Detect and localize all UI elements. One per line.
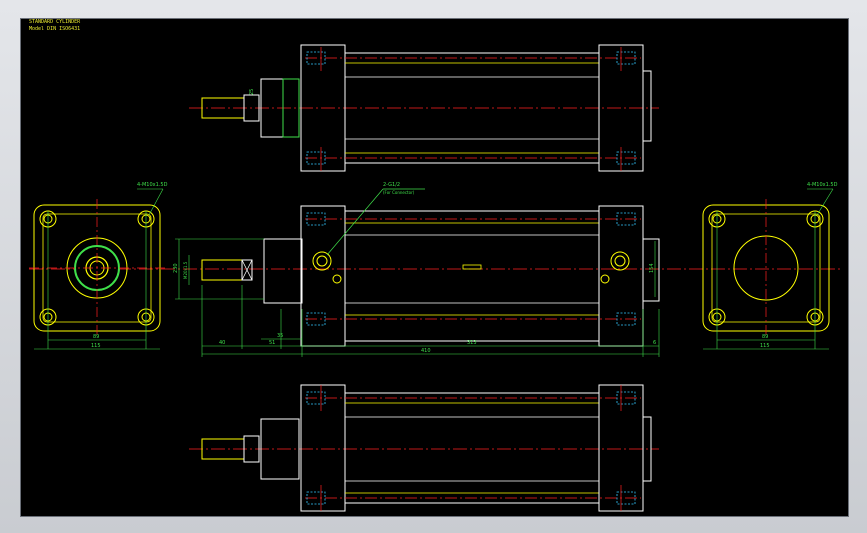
nose-housing (263, 238, 303, 304)
body-length-label: 313 (467, 340, 477, 346)
bore-height-label: 230 (173, 263, 179, 273)
left-thread-note: 4-M10x1.5D (137, 182, 168, 188)
port-note: 2-G1/2 (383, 182, 400, 188)
nose-length-label: 51 (269, 340, 275, 346)
right-pitch-label: 89 (762, 334, 768, 340)
left-pitch-label: 89 (93, 334, 99, 340)
right-width-label: 115 (760, 343, 770, 349)
nameplate (462, 264, 482, 270)
rod-length-label: 40 (219, 340, 225, 346)
boss-length-label: 35 (277, 333, 283, 339)
viewer-frame: STANDARD CYLINDER Model DIN ISO6431 25 2… (0, 0, 867, 533)
port-rear (610, 251, 630, 271)
total-length-label: 410 (421, 348, 431, 354)
bottom-view (189, 384, 659, 512)
rod-thread-label: M20x1.5 (183, 261, 188, 279)
cap-offset-label: 6 (653, 340, 656, 346)
barrel (344, 210, 600, 342)
right-height-label: 154 (649, 263, 655, 273)
left-width-label: 115 (91, 343, 101, 349)
rod-dia-label: 25 (249, 89, 255, 95)
barrel (344, 392, 600, 504)
cad-drawing: 25 2-G1/2 (For Connector) 230 M20x1.5 15… (29, 44, 841, 512)
drawing-canvas[interactable]: STANDARD CYLINDER Model DIN ISO6431 25 2… (20, 18, 849, 517)
left-end-view: 89 115 4-M10x1.5D (29, 182, 168, 350)
port-note-sub: (For Connector) (383, 190, 415, 195)
piston-rod (201, 259, 243, 281)
right-end-view: 89 115 4-M10x1.5D (702, 182, 838, 350)
port-front (312, 251, 332, 271)
top-view: 25 (189, 44, 659, 172)
right-thread-note: 4-M10x1.5D (807, 182, 838, 188)
